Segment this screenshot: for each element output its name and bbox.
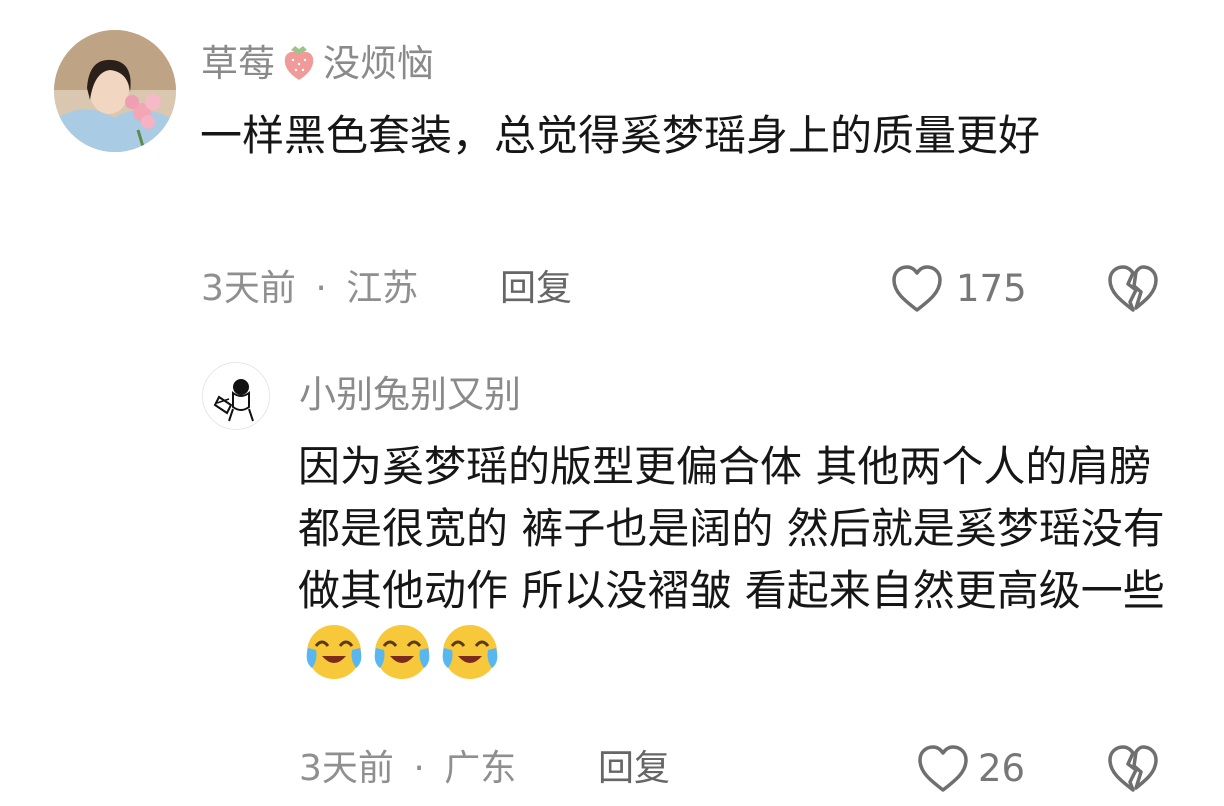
comment-username[interactable]: 草莓 没烦恼 <box>201 40 434 87</box>
broken-heart-icon <box>1108 265 1158 312</box>
comment-text: 因为奚梦瑶的版型更偏合体 其他两个人的肩膀都是很宽的 裤子也是阔的 然后就是奚梦… <box>298 436 1168 685</box>
comment-meta: 3天前 · 江苏 <box>201 267 418 311</box>
comment-time: 3天前 <box>299 748 394 789</box>
comment-location: 广东 <box>444 748 517 789</box>
like-count: 175 <box>956 267 1027 310</box>
crying-laughing-icon <box>370 622 434 682</box>
comment-location: 江苏 <box>346 268 419 309</box>
crying-laughing-icon <box>438 622 502 682</box>
heart-icon <box>890 264 944 314</box>
meta-separator: · <box>315 268 327 309</box>
crying-laughing-icon <box>302 622 366 682</box>
like-count: 26 <box>978 747 1026 790</box>
dislike-button[interactable] <box>1106 264 1160 316</box>
avatar[interactable] <box>54 30 176 152</box>
avatar-photo <box>54 30 176 152</box>
heart-icon <box>916 744 970 794</box>
comment-time: 3天前 <box>201 268 296 309</box>
reply-button[interactable]: 回复 <box>598 747 670 791</box>
meta-separator: · <box>413 748 425 789</box>
strawberry-icon <box>277 40 321 84</box>
comment-username[interactable]: 小别兔别又别 <box>299 372 521 418</box>
avatar[interactable] <box>202 362 270 430</box>
reply-button[interactable]: 回复 <box>500 267 572 311</box>
dislike-button[interactable] <box>1106 744 1160 796</box>
broken-heart-icon <box>1108 745 1158 792</box>
like-button[interactable]: 175 <box>890 262 1040 316</box>
like-button[interactable]: 26 <box>916 742 1040 796</box>
comment-meta: 3天前 · 广东 <box>299 747 516 791</box>
comment-text: 一样黑色套装，总觉得奚梦瑶身上的质量更好 <box>200 111 1041 160</box>
avatar-cartoon <box>203 363 269 429</box>
